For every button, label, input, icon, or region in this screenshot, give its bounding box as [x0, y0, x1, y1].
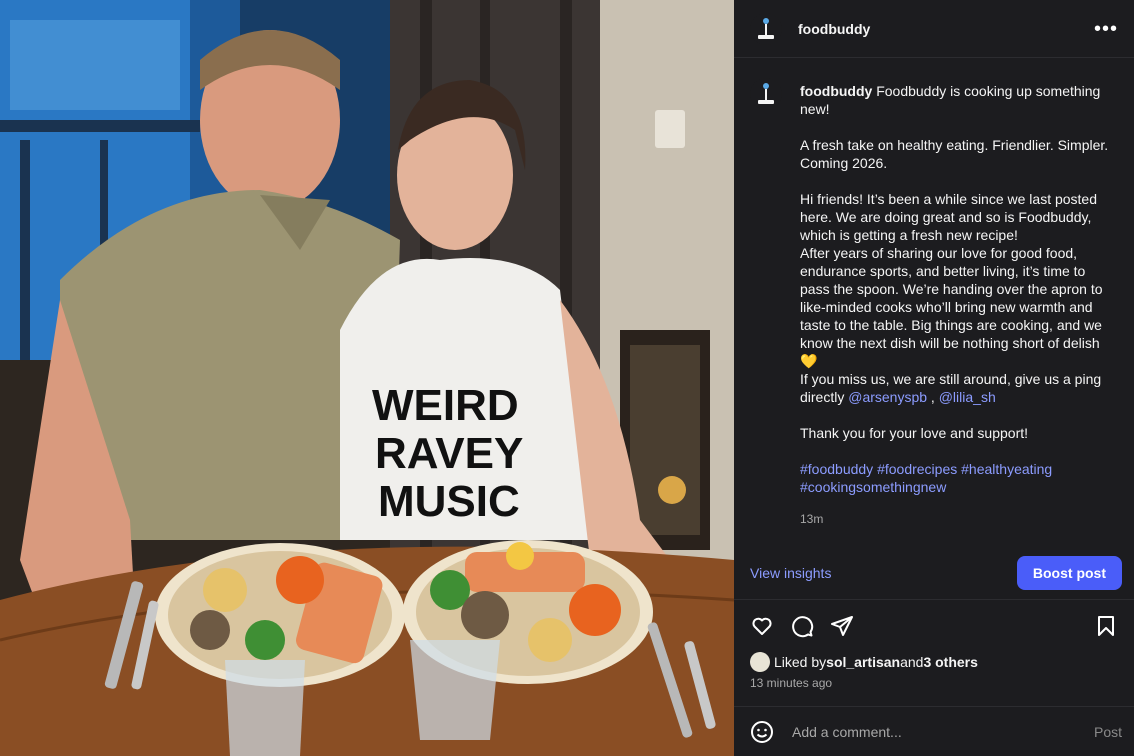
hashtag-link[interactable]: #cookingsomethingnew: [800, 479, 946, 495]
caption-text: foodbuddy Foodbuddy is cooking up someth…: [800, 82, 1118, 546]
more-options-icon[interactable]: •••: [1094, 19, 1118, 39]
heart-icon[interactable]: [750, 614, 774, 638]
caption-thanks: Thank you for your love and support!: [800, 425, 1029, 441]
mention-link[interactable]: @arsenyspb: [848, 389, 927, 405]
photo-illustration: WEIRD RAVEY MUSIC: [0, 0, 734, 756]
post-header: foodbuddy •••: [734, 0, 1134, 58]
caption-avatar[interactable]: [750, 78, 782, 110]
share-icon[interactable]: [830, 614, 854, 638]
caption-para1: A fresh take on healthy eating. Friendli…: [800, 137, 1113, 171]
shirt-text-3: MUSIC: [378, 477, 520, 526]
comment-input[interactable]: [790, 722, 1094, 741]
header-username[interactable]: foodbuddy: [798, 21, 1094, 37]
mention-separator: ,: [927, 389, 939, 405]
post-photo[interactable]: WEIRD RAVEY MUSIC: [0, 0, 734, 756]
post-sidebar: foodbuddy ••• foodbuddy Foodbuddy is coo…: [734, 0, 1134, 756]
foodbuddy-logo-icon: [758, 17, 774, 39]
action-bar: [734, 600, 1134, 652]
shirt-text-2: RAVEY: [375, 429, 523, 478]
likes-prefix: Liked by: [774, 654, 827, 670]
insights-bar: View insights Boost post: [734, 546, 1134, 600]
shirt-text-1: WEIRD: [372, 381, 519, 430]
bookmark-icon[interactable]: [1094, 614, 1118, 638]
likes-summary: Liked by sol_artisan and 3 others: [734, 652, 1134, 672]
caption-para2: Hi friends! It’s been a while since we l…: [800, 191, 1103, 405]
liker-avatar[interactable]: [750, 652, 770, 672]
comment-bar: Post: [734, 706, 1134, 756]
foodbuddy-logo-icon: [758, 83, 774, 104]
mention-link[interactable]: @lilia_sh: [939, 389, 996, 405]
avatar[interactable]: [750, 12, 782, 45]
emoji-icon[interactable]: [750, 720, 774, 744]
hashtag-link[interactable]: #healthyeating: [961, 461, 1052, 477]
caption-username[interactable]: foodbuddy: [800, 83, 872, 99]
post-time: 13m: [800, 512, 824, 526]
post-comment-button[interactable]: Post: [1094, 724, 1122, 740]
post-age: 13 minutes ago: [750, 676, 833, 690]
caption-block: foodbuddy Foodbuddy is cooking up someth…: [734, 58, 1134, 546]
likes-middle: and: [900, 654, 924, 670]
hashtag-link[interactable]: #foodrecipes: [877, 461, 957, 477]
comment-icon[interactable]: [790, 614, 814, 638]
liker-username[interactable]: sol_artisan: [826, 654, 900, 670]
likes-others-link[interactable]: 3 others: [923, 654, 977, 670]
view-insights-link[interactable]: View insights: [750, 565, 831, 581]
hashtag-list: #foodbuddy #foodrecipes #healthyeating #c…: [800, 460, 1118, 496]
hashtag-link[interactable]: #foodbuddy: [800, 461, 873, 477]
boost-post-button[interactable]: Boost post: [1016, 555, 1122, 590]
